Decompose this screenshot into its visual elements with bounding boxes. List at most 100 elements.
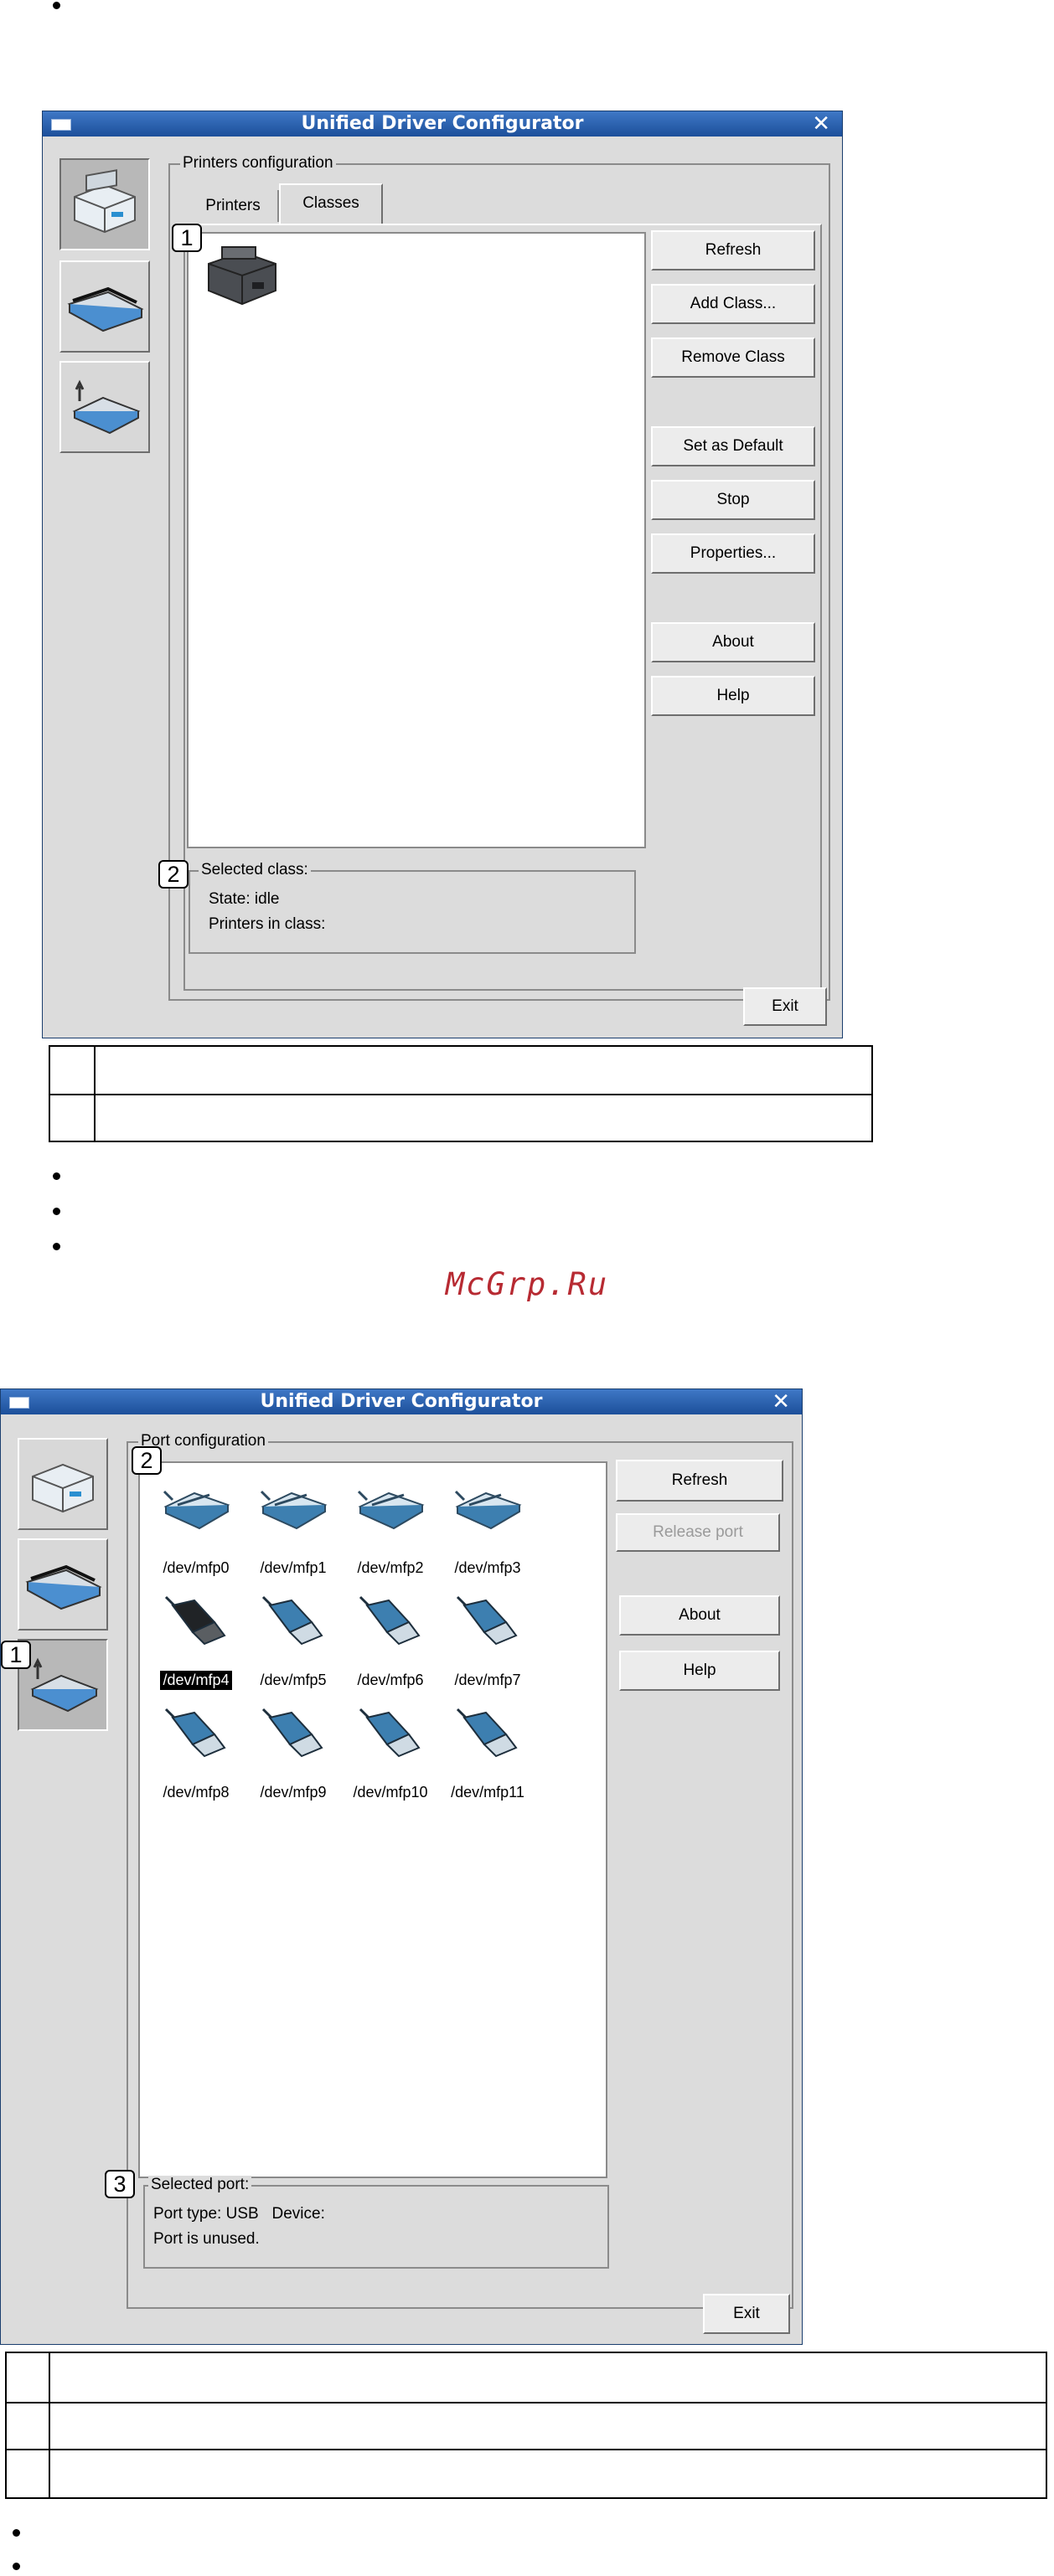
side-scanners-tile[interactable] [59, 260, 150, 353]
stop-button[interactable]: Stop [651, 480, 815, 520]
port-label: /dev/mfp6 [357, 1672, 424, 1688]
port-status-text: Port is unused. [153, 2230, 260, 2248]
window-menu-icon[interactable] [51, 119, 71, 131]
port-item[interactable]: /dev/mfp3 [442, 1481, 534, 1578]
callout-1: 1 [1, 1641, 31, 1669]
class-state-text: State: idle [209, 890, 280, 908]
port-item[interactable]: /dev/mfp6 [344, 1594, 437, 1690]
port-item[interactable]: /dev/mfp8 [150, 1706, 242, 1802]
port-icon [72, 379, 141, 435]
table-cell [50, 1047, 96, 1094]
tab-classes[interactable]: Classes [279, 183, 383, 225]
port-item[interactable]: /dev/mfp11 [442, 1706, 534, 1802]
help-button[interactable]: Help [651, 676, 815, 716]
help-button[interactable]: Help [619, 1651, 780, 1691]
window-title: Unified Driver Configurator [301, 113, 584, 134]
table-row [50, 1047, 871, 1095]
selected-port-group: Selected port: Port type: USB Device: Po… [143, 2176, 609, 2269]
about-button[interactable]: About [651, 622, 815, 662]
exit-button[interactable]: Exit [703, 2294, 790, 2334]
release-port-button[interactable]: Release port [616, 1513, 780, 1552]
class-printer-icon[interactable] [202, 239, 282, 316]
parallel-port-icon [344, 1481, 437, 1538]
callout-3: 3 [105, 2170, 135, 2198]
usb-port-icon [150, 1706, 242, 1762]
watermark-text: McGrp.Ru [445, 1266, 609, 1302]
tab-printers[interactable]: Printers [189, 190, 279, 222]
window-menu-icon[interactable] [9, 1397, 29, 1409]
printer-icon [32, 1463, 94, 1513]
port-item[interactable]: /dev/mfp10 [344, 1706, 437, 1802]
classes-window: Unified Driver Configurator ✕ Printers c… [42, 111, 843, 1038]
port-label: /dev/mfp0 [163, 1559, 230, 1576]
port-label: /dev/mfp8 [163, 1784, 230, 1801]
port-label: /dev/mfp9 [260, 1784, 327, 1801]
table-row [7, 2403, 1046, 2450]
callout-1: 1 [172, 224, 202, 252]
tab-classes-label: Classes [302, 194, 359, 212]
port-label: /dev/mfp5 [260, 1672, 327, 1688]
callout-reference-table-2 [5, 2352, 1047, 2499]
port-item[interactable]: /dev/mfp1 [247, 1481, 339, 1578]
tab-printers-label: Printers [205, 197, 261, 214]
selected-port-title: Selected port: [148, 2176, 252, 2194]
printer-icon [74, 169, 136, 234]
properties-button[interactable]: Properties... [651, 533, 815, 574]
bullet-point [13, 2563, 20, 2570]
refresh-button[interactable]: Refresh [616, 1460, 783, 1502]
table-cell [7, 2353, 50, 2402]
side-ports-tile[interactable] [18, 1639, 108, 1731]
port-item[interactable]: /dev/mfp9 [247, 1706, 339, 1802]
side-ports-tile[interactable] [59, 361, 150, 453]
parallel-port-icon [247, 1481, 339, 1538]
class-list[interactable] [187, 232, 646, 848]
close-icon[interactable]: ✕ [772, 1389, 790, 1414]
port-label: /dev/mfp11 [451, 1784, 524, 1801]
table-row [7, 2353, 1046, 2403]
side-scanners-tile[interactable] [18, 1538, 108, 1631]
group-title: Printers configuration [180, 154, 336, 173]
about-button[interactable]: About [619, 1595, 780, 1636]
window-title: Unified Driver Configurator [260, 1391, 543, 1412]
port-item[interactable]: /dev/mfp5 [247, 1594, 339, 1690]
table-cell [7, 2403, 50, 2449]
remove-class-button[interactable]: Remove Class [651, 337, 815, 378]
table-cell [50, 1095, 96, 1142]
bullet-point [53, 1172, 60, 1180]
port-label: /dev/mfp4 [160, 1671, 232, 1690]
port-item[interactable]: /dev/mfp2 [344, 1481, 437, 1578]
usb-port-icon [442, 1594, 534, 1650]
port-list[interactable]: /dev/mfp0/dev/mfp1/dev/mfp2/dev/mfp3/dev… [138, 1461, 607, 2178]
window-titlebar: Unified Driver Configurator ✕ [43, 111, 842, 137]
refresh-button[interactable]: Refresh [651, 230, 815, 270]
scanner-icon [25, 1564, 102, 1610]
exit-button[interactable]: Exit [743, 987, 827, 1026]
table-row [50, 1095, 871, 1142]
scanner-icon [67, 286, 144, 332]
set-as-default-button[interactable]: Set as Default [651, 426, 815, 466]
port-type-text: Port type: USB Device: [153, 2205, 325, 2223]
close-icon[interactable]: ✕ [812, 111, 830, 137]
bullet-point [53, 1243, 60, 1250]
port-label: /dev/mfp7 [454, 1672, 521, 1688]
usb-port-icon [442, 1706, 534, 1762]
callout-reference-table-1 [49, 1045, 873, 1142]
callout-2: 2 [158, 860, 189, 889]
port-item[interactable]: /dev/mfp4 [150, 1594, 242, 1690]
bullet-point [13, 2529, 20, 2537]
side-printers-tile[interactable] [18, 1438, 108, 1530]
add-class-button[interactable]: Add Class... [651, 284, 815, 324]
ports-window: Unified Driver Configurator ✕ Port confi… [0, 1388, 803, 2345]
port-item[interactable]: /dev/mfp0 [150, 1481, 242, 1578]
port-label: /dev/mfp2 [357, 1559, 424, 1576]
port-label: /dev/mfp1 [260, 1559, 327, 1576]
usb-port-icon [247, 1706, 339, 1762]
port-label: /dev/mfp10 [353, 1784, 428, 1801]
port-item[interactable]: /dev/mfp7 [442, 1594, 534, 1690]
usb-port-icon [344, 1594, 437, 1650]
side-printers-tile[interactable] [59, 158, 150, 250]
selected-class-group: Selected class: State: idle Printers in … [189, 861, 636, 954]
usb-port-icon [150, 1594, 242, 1650]
selected-class-title: Selected class: [199, 861, 311, 879]
bullet-point [53, 1208, 60, 1215]
